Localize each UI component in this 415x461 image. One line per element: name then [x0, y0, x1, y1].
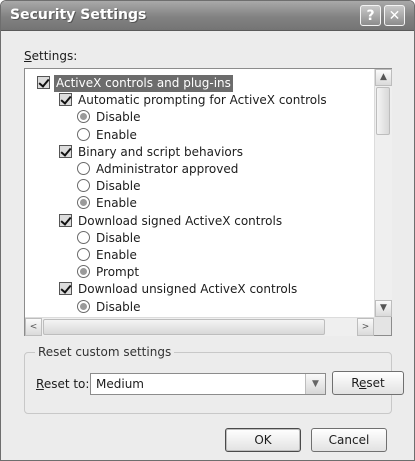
settings-label: Settings: — [24, 49, 77, 63]
reset-to-label-accel: R — [36, 377, 44, 391]
horizontal-scroll-thumb[interactable] — [43, 319, 325, 335]
close-icon: ✕ — [388, 8, 401, 24]
checked-checkbox-icon[interactable] — [59, 93, 72, 107]
reset-to-label: Reset to: — [36, 377, 89, 391]
setting-label: Automatic prompting for ActiveX controls — [78, 93, 327, 108]
checked-checkbox-icon[interactable] — [37, 76, 50, 89]
settings-list[interactable]: ActiveX controls and plug-ins Automatic p… — [24, 68, 392, 336]
radio-selected-icon[interactable] — [77, 110, 90, 124]
setting-label: Prompt — [96, 265, 140, 280]
setting-label: Download unsigned ActiveX controls — [78, 282, 298, 297]
radio-unselected-icon[interactable] — [77, 127, 90, 141]
reset-level-value: Medium — [96, 377, 144, 391]
reset-group-title: Reset custom settings — [35, 345, 175, 359]
setting-label: Enable — [96, 127, 137, 142]
radio-unselected-icon[interactable] — [77, 179, 90, 193]
radio-selected-icon[interactable] — [77, 299, 90, 313]
checked-checkbox-icon[interactable] — [59, 213, 72, 227]
scroll-up-icon[interactable]: ▲ — [375, 69, 392, 86]
reset-to-label-rest: eset to: — [43, 377, 90, 391]
horizontal-scrollbar[interactable]: < > — [25, 317, 374, 336]
setting-label: ActiveX controls and plug-ins — [54, 75, 233, 92]
vertical-scroll-thumb[interactable] — [376, 87, 390, 135]
radio-selected-icon[interactable] — [77, 265, 90, 279]
reset-button-prefix: R — [351, 376, 360, 390]
settings-label-rest: ettings: — [31, 49, 78, 63]
cancel-button[interactable]: Cancel — [311, 428, 387, 452]
checked-checkbox-icon[interactable] — [59, 282, 72, 296]
window-title: Security Settings — [10, 7, 147, 23]
settings-label-accel: S — [24, 49, 32, 63]
scroll-left-icon[interactable]: < — [25, 318, 42, 336]
checked-checkbox-icon[interactable] — [59, 144, 72, 158]
setting-label: Disable — [96, 179, 141, 194]
setting-label: Enable — [96, 196, 137, 211]
setting-label: Administrator approved — [96, 162, 239, 176]
setting-label: Disable — [96, 230, 141, 245]
security-settings-dialog: Security Settings ? ✕ Settings: ActiveX … — [0, 0, 415, 461]
ok-button[interactable]: OK — [225, 428, 301, 452]
chevron-down-icon[interactable]: ▼ — [305, 374, 325, 394]
scroll-right-icon[interactable]: > — [357, 318, 374, 336]
reset-button[interactable]: Reset — [332, 371, 404, 395]
title-bar[interactable]: Security Settings ? ✕ — [1, 1, 414, 31]
help-icon: ? — [366, 8, 375, 24]
close-button[interactable]: ✕ — [384, 5, 405, 26]
radio-unselected-icon[interactable] — [77, 230, 90, 244]
radio-selected-icon[interactable] — [77, 196, 90, 210]
reset-button-rest: set — [366, 376, 385, 390]
reset-custom-settings-group: Reset custom settings Reset to: Medium ▼… — [24, 345, 404, 414]
radio-unselected-icon[interactable] — [77, 162, 90, 175]
setting-label: Disable — [96, 110, 141, 125]
scroll-down-icon[interactable]: ▼ — [375, 300, 392, 317]
setting-label: Download signed ActiveX controls — [78, 213, 283, 228]
settings-tree[interactable]: ActiveX controls and plug-ins Automatic p… — [25, 69, 374, 317]
scrollbar-corner — [374, 317, 391, 335]
reset-level-dropdown[interactable]: Medium ▼ — [90, 373, 326, 395]
setting-label: Enable — [96, 248, 137, 262]
setting-label: Binary and script behaviors — [78, 144, 243, 159]
setting-label: Disable — [96, 299, 141, 314]
help-button[interactable]: ? — [360, 5, 381, 26]
vertical-scrollbar[interactable]: ▲ ▼ — [374, 69, 392, 317]
radio-unselected-icon[interactable] — [77, 248, 90, 261]
